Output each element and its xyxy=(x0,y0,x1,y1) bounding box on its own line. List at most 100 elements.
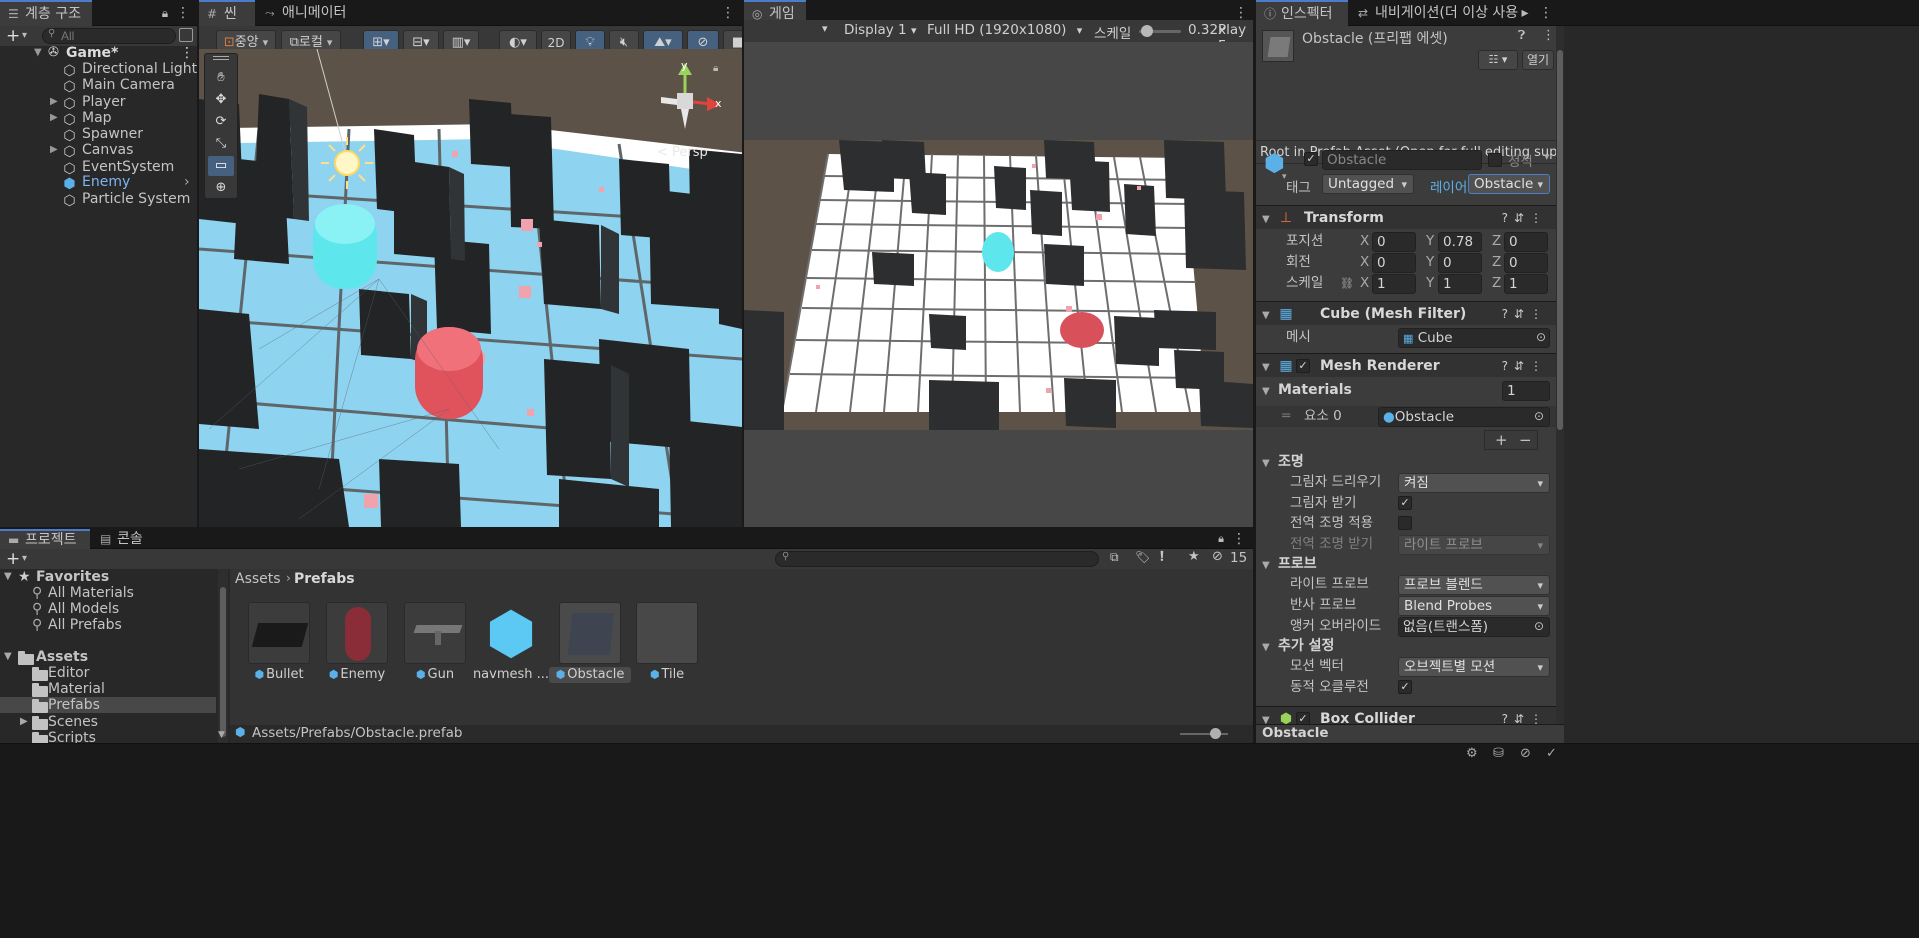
game-viewport[interactable] xyxy=(744,42,1253,527)
tab-animator[interactable]: ⤳ 애니메이터 xyxy=(257,0,354,26)
lock-icon[interactable]: 🔒︎ xyxy=(158,0,172,26)
asset-thumbnail-bullet[interactable] xyxy=(248,602,310,664)
auto-generate-lighting-icon[interactable]: ⊘ xyxy=(1520,746,1531,761)
tag-dropdown[interactable]: Untagged xyxy=(1322,174,1414,194)
cast-shadows-dropdown[interactable]: 켜짐 xyxy=(1398,473,1550,493)
favorite-item[interactable]: ⚲ All Materials xyxy=(0,585,216,601)
reflection-probes-dropdown[interactable]: Blend Probes xyxy=(1398,596,1550,616)
mesh-renderer-header[interactable]: ▼ ▦ ✓ Mesh Renderer ?⇵⋮ xyxy=(1256,353,1556,377)
favorite-item[interactable]: ⚲ All Models xyxy=(0,601,216,617)
folder-item[interactable]: Material xyxy=(0,681,216,697)
chevron-down-icon[interactable]: ▾ xyxy=(22,549,27,569)
favorite-star-icon[interactable]: ★ xyxy=(1188,549,1200,564)
open-button[interactable]: 열기 xyxy=(1522,50,1554,70)
expand-arrow-icon[interactable]: ▼ xyxy=(4,569,12,585)
rotation-y-field[interactable]: 0 xyxy=(1438,253,1482,273)
asset-thumbnail-tile[interactable] xyxy=(636,602,698,664)
lighting-section[interactable]: ▼ 조명 xyxy=(1256,452,1556,473)
breadcrumb-current[interactable]: Prefabs xyxy=(294,571,355,587)
asset-label[interactable]: ⬢ Bullet xyxy=(238,667,320,683)
dynamic-occlusion-checkbox[interactable]: ✓ xyxy=(1398,680,1412,694)
folder-item[interactable]: Editor xyxy=(0,665,216,681)
scale-x-field[interactable]: 1 xyxy=(1372,274,1416,294)
search-by-type-icon[interactable]: ⧉ xyxy=(1110,550,1119,565)
position-z-field[interactable]: 0 xyxy=(1504,232,1548,252)
folder-item[interactable]: Scripts xyxy=(0,730,216,743)
asset-thumbnail-gun[interactable] xyxy=(404,602,466,664)
asset-label[interactable]: ⬢ Gun xyxy=(394,667,476,683)
drag-handle-icon[interactable] xyxy=(213,56,229,60)
hidden-packages-icon[interactable]: ⊘ xyxy=(1212,549,1223,564)
progress-check-icon[interactable]: ✓ xyxy=(1546,746,1557,761)
favorite-item[interactable]: ⚲ All Prefabs xyxy=(0,617,216,633)
scene-viewport[interactable]: ✋︎ ✥ ⟳ ⤡ ▭ ⊕ y x 🔒︎ < Persp xyxy=(199,49,742,527)
more-menu-icon[interactable]: ⋮ xyxy=(1542,28,1555,43)
position-y-field[interactable]: 0.78 xyxy=(1438,232,1482,252)
folder-item[interactable]: ▶ Scenes xyxy=(0,714,216,730)
scene-gizmo[interactable]: y x 🔒︎ xyxy=(651,59,731,141)
tab-inspector[interactable]: ⓘ 인스펙터 xyxy=(1256,0,1348,26)
object-picker-icon[interactable]: ⊙ xyxy=(1534,616,1544,637)
more-menu-icon[interactable]: ⋮ xyxy=(1232,529,1246,549)
perspective-label[interactable]: < Persp xyxy=(657,145,708,160)
search-by-label-icon[interactable]: 🏷︎ xyxy=(1135,550,1150,564)
asset-thumbnail-obstacle-selected[interactable] xyxy=(559,602,621,664)
more-menu-icon[interactable]: ⋮ xyxy=(1539,0,1553,26)
additional-settings-section[interactable]: ▼ 추가 설정 xyxy=(1256,636,1556,657)
tree-scrollbar[interactable] xyxy=(218,569,228,743)
hierarchy-search-input[interactable] xyxy=(42,28,176,44)
add-button[interactable]: + xyxy=(6,549,20,569)
transform-tool-icon[interactable]: ⊕ xyxy=(208,178,234,198)
asset-label[interactable]: ⬢ Enemy xyxy=(316,667,398,683)
object-picker-icon[interactable]: ⊙ xyxy=(1534,406,1544,427)
tab-scroll-icon[interactable]: ▸ xyxy=(1518,0,1532,26)
hierarchy-item[interactable]: ⬡ Particle System xyxy=(0,189,197,209)
object-name-field[interactable]: Obstacle xyxy=(1322,150,1482,170)
light-probes-dropdown[interactable]: 프로브 블렌드 xyxy=(1398,575,1550,595)
scale-z-field[interactable]: 1 xyxy=(1504,274,1548,294)
scale-slider-thumb[interactable] xyxy=(1140,25,1153,37)
gizmo-lock-icon[interactable]: 🔒︎ xyxy=(713,63,718,74)
add-element-button[interactable]: + xyxy=(1495,431,1508,449)
asset-thumbnail-enemy[interactable] xyxy=(326,602,388,664)
more-menu-icon[interactable]: ⋮ xyxy=(176,0,190,26)
display-dropdown[interactable]: Display 1 ▾ xyxy=(844,22,916,38)
link-icon[interactable]: ⛓ xyxy=(1340,273,1354,294)
assets-root[interactable]: ▼ Assets xyxy=(0,649,216,665)
component-tools-icon[interactable]: ?⇵⋮ xyxy=(1502,302,1548,326)
scale-tool-icon[interactable]: ⤡ xyxy=(208,134,234,154)
tab-project[interactable]: ▬ 프로젝트 xyxy=(0,529,90,549)
cache-server-icon[interactable]: ⛁ xyxy=(1493,746,1504,761)
debug-bug-icon[interactable]: ⚙︎ xyxy=(1466,746,1478,761)
rotate-tool-icon[interactable]: ⟳ xyxy=(208,112,234,132)
folder-item-selected[interactable]: Prefabs xyxy=(0,697,216,713)
receive-shadows-checkbox[interactable]: ✓ xyxy=(1398,496,1412,510)
tab-scene[interactable]: # 씬 xyxy=(199,0,255,26)
tab-hierarchy[interactable]: ☰ 계층 구조 xyxy=(0,0,92,26)
favorites-root[interactable]: ▼ ★ Favorites xyxy=(0,569,216,585)
asset-scroll-arrow-icon[interactable]: ▼ xyxy=(218,730,225,740)
component-tools-icon[interactable]: ?⇵⋮ xyxy=(1502,354,1548,378)
hand-tool-icon[interactable]: ✋︎ xyxy=(208,68,234,88)
more-menu-icon[interactable]: ⋮ xyxy=(721,0,735,26)
tab-console[interactable]: ▤ 콘솔 xyxy=(92,529,151,549)
list-options-button[interactable]: ☷ ▾ xyxy=(1478,50,1518,70)
active-checkbox[interactable]: ✓ xyxy=(1304,152,1318,166)
inspector-scrollbar[interactable] xyxy=(1556,26,1564,731)
rect-tool-icon[interactable]: ▭ xyxy=(208,156,234,176)
tab-navigation[interactable]: ⇄ 내비게이션(더 이상 사용... xyxy=(1350,0,1518,26)
asset-label[interactable]: ⬢ Tile xyxy=(626,667,708,683)
resolution-dropdown[interactable]: Full HD (1920x1080) ▾ xyxy=(927,22,1082,38)
game-mode-chevron-icon[interactable]: ▾ xyxy=(822,22,828,35)
help-icon[interactable]: ❓︎ xyxy=(1518,28,1525,43)
filter-warning-icon[interactable]: ❗︎ xyxy=(1160,549,1164,565)
expand-arrow-icon[interactable]: ▼ xyxy=(4,649,12,665)
asset-thumbnail-navmesh[interactable]: ⬢ xyxy=(480,602,542,664)
material-object-field[interactable]: ●Obstacle xyxy=(1378,407,1550,427)
static-dropdown-icon[interactable]: ▾ xyxy=(1544,150,1550,163)
rotation-z-field[interactable]: 0 xyxy=(1504,253,1548,273)
static-checkbox[interactable] xyxy=(1488,153,1502,167)
layer-dropdown[interactable]: Obstacle xyxy=(1468,174,1550,194)
remove-element-button[interactable]: − xyxy=(1519,431,1532,449)
breadcrumb-root[interactable]: Assets xyxy=(235,571,281,587)
